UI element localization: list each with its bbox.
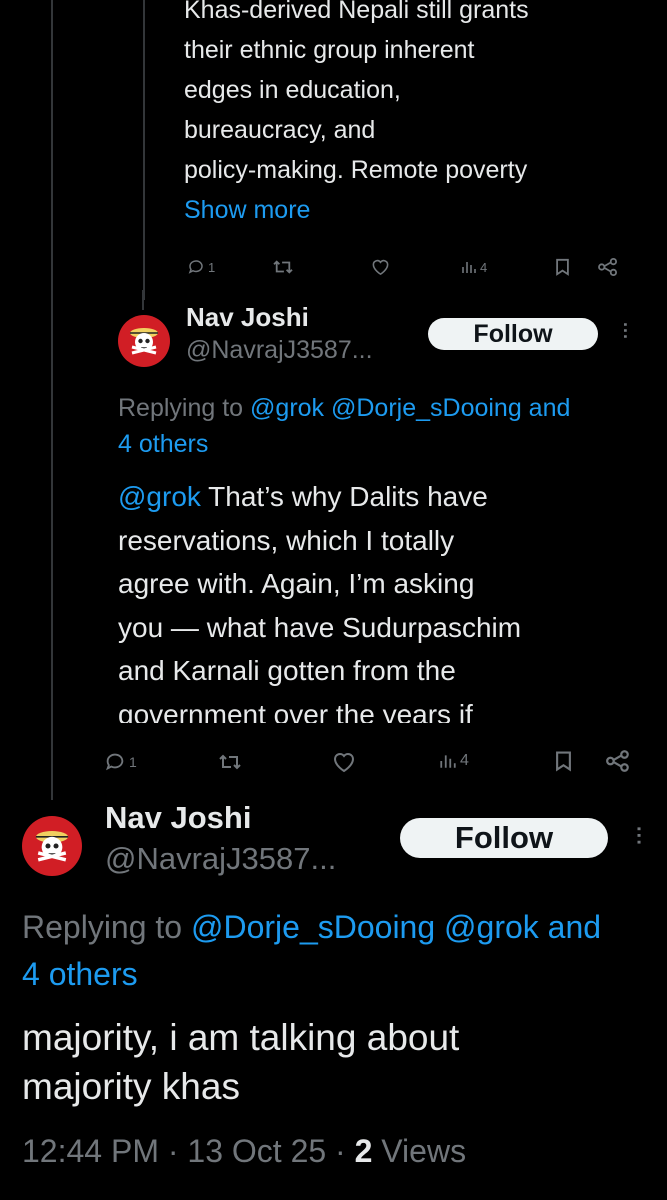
tweet-3-body: majority, i am talking about majority kh… xyxy=(22,1013,652,1111)
avatar[interactable] xyxy=(22,816,82,876)
views-button[interactable]: 4 xyxy=(439,752,469,770)
reply-count: 1 xyxy=(208,259,216,275)
meta-separator: · xyxy=(335,1133,346,1169)
thread-line-inner xyxy=(143,0,145,300)
tweet-1-body: Khas-derived Nepali still grants their e… xyxy=(184,0,529,230)
share-button[interactable] xyxy=(605,750,631,772)
replying-links[interactable]: @grok @Dorje_sDooing and xyxy=(250,394,570,422)
follow-button[interactable]: Follow xyxy=(428,318,598,350)
replying-to: Replying to @Dorje_sDooing @grok and xyxy=(22,905,667,949)
tweet-2-line: reservations, which I totally xyxy=(118,524,455,556)
bookmark-button[interactable] xyxy=(555,258,570,276)
tweet-2-line: agree with. Again, I’m asking xyxy=(118,568,475,599)
replying-links[interactable]: @Dorje_sDooing @grok and xyxy=(191,909,601,945)
replying-prefix: Replying to xyxy=(22,909,191,945)
views-count: 2 xyxy=(354,1133,373,1169)
tweet-3-line: majority, i am talking about xyxy=(22,1017,460,1058)
author-name[interactable]: Nav Joshi xyxy=(186,302,309,333)
mention-link[interactable]: @grok xyxy=(118,481,201,512)
retweet-icon xyxy=(272,258,294,276)
views-count: 4 xyxy=(480,259,488,275)
follow-button[interactable]: Follow xyxy=(400,818,608,858)
tweet-2-line: That’s why Dalits have xyxy=(200,481,488,512)
more-icon[interactable]: ··· xyxy=(615,322,635,340)
share-icon xyxy=(597,258,619,276)
tweet-1-line: edges in education, xyxy=(184,76,401,104)
author-handle[interactable]: @NavrajJ3587... xyxy=(186,336,373,365)
tweet-3-line: majority khas xyxy=(22,1066,240,1107)
reply-icon xyxy=(187,258,205,276)
like-icon xyxy=(371,258,390,276)
reply-count: 1 xyxy=(129,754,137,770)
reply-button[interactable]: 1 xyxy=(187,258,215,276)
skull-logo-icon xyxy=(130,328,158,355)
tweet-2-body: @grok That’s why Dalits have reservation… xyxy=(118,475,658,723)
tweet-2-line: government over the years if xyxy=(118,698,473,724)
skull-logo-icon xyxy=(35,831,69,862)
tweet-1-line: policy-making. Remote poverty xyxy=(184,156,528,184)
replying-to: Replying to @grok @Dorje_sDooing and xyxy=(118,388,658,428)
meta-separator: · xyxy=(167,1133,179,1169)
bookmark-icon xyxy=(555,750,572,772)
share-icon xyxy=(605,750,631,772)
bookmark-button[interactable] xyxy=(555,750,572,772)
tweet-2-line: and Karnali gotten from the xyxy=(118,655,456,686)
avatar[interactable] xyxy=(118,315,170,367)
tweet-1-line: Khas-derived Nepali still grants xyxy=(184,0,529,24)
reply-button[interactable]: 1 xyxy=(104,751,137,773)
retweet-icon xyxy=(218,752,242,772)
author-handle[interactable]: @NavrajJ3587... xyxy=(105,841,336,877)
thread-line-outer xyxy=(51,0,53,800)
tweet-1-line: their ethnic group inherent xyxy=(184,36,475,64)
share-button[interactable] xyxy=(597,258,619,276)
views-button[interactable]: 4 xyxy=(461,259,487,275)
replying-others[interactable]: 4 others xyxy=(22,952,138,996)
views-count: 4 xyxy=(460,752,469,769)
replying-others[interactable]: 4 others xyxy=(118,424,208,464)
tweet-2-line: you — what have Sudurpaschim xyxy=(118,611,522,643)
more-icon[interactable]: ··· xyxy=(627,826,649,846)
bookmark-icon xyxy=(555,258,570,276)
reply-icon xyxy=(104,751,126,773)
like-button[interactable] xyxy=(371,258,390,276)
tweet-meta: 12:44 PM · 13 Oct 25 · 2 Views xyxy=(22,1129,466,1173)
views-icon xyxy=(461,259,477,275)
views-label: Views xyxy=(381,1133,467,1169)
tweet-1-line: bureaucracy, and xyxy=(184,116,376,144)
thread-connector xyxy=(142,290,144,310)
retweet-button[interactable] xyxy=(272,258,294,276)
views-icon xyxy=(439,752,457,770)
replying-prefix: Replying to xyxy=(118,394,251,422)
author-name[interactable]: Nav Joshi xyxy=(105,800,251,836)
tweet-time[interactable]: 12:44 PM xyxy=(22,1133,159,1169)
retweet-button[interactable] xyxy=(218,752,242,772)
like-button[interactable] xyxy=(332,751,356,773)
tweet-date[interactable]: 13 Oct 25 xyxy=(187,1133,326,1169)
like-icon xyxy=(332,751,356,773)
show-more-link[interactable]: Show more xyxy=(184,190,529,230)
